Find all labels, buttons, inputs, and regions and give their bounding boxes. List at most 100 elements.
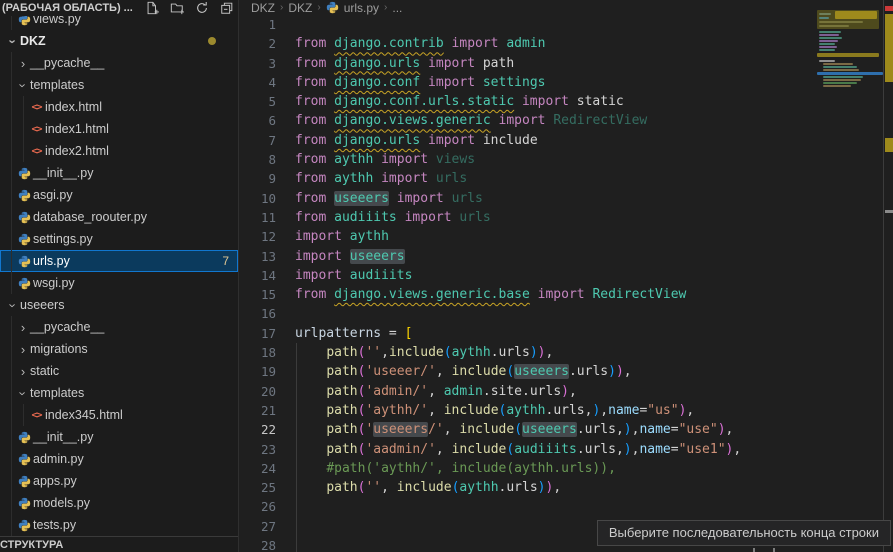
line-number[interactable]: 1 [239,15,276,34]
code-line[interactable]: 1 [239,15,818,34]
code-line[interactable]: 26 [239,497,818,516]
line-number[interactable]: 20 [239,382,276,401]
tree-item-__init__.py[interactable]: __init__.py [0,162,238,184]
code-line[interactable]: 10from useeers import urls [239,189,818,208]
minimap[interactable] [817,10,883,125]
tree-item-__pycache__[interactable]: ›__pycache__ [0,52,238,74]
line-number[interactable]: 11 [239,208,276,227]
code-token: urls [452,191,483,206]
breadcrumb: DKZ›DKZ›urls.py›... [239,0,893,15]
line-number[interactable]: 17 [239,324,276,343]
tree-item-templates[interactable]: ›templates [0,382,238,404]
tree-item-templates[interactable]: ›templates [0,74,238,96]
line-number[interactable]: 21 [239,401,276,420]
code-line[interactable]: 7from django.urls import include [239,131,818,150]
tree-item-index2.html[interactable]: <>index2.html [0,140,238,162]
tree-item-database_roouter.py[interactable]: database_roouter.py [0,206,238,228]
code-line[interactable]: 5from django.conf.urls.static import sta… [239,92,818,111]
breadcrumb-item[interactable]: ... [392,1,402,15]
tree-item-useeers[interactable]: ›useeers [0,294,238,316]
line-number[interactable]: 4 [239,73,276,92]
tree-item-asgi.py[interactable]: asgi.py [0,184,238,206]
code-line[interactable]: 25 path('', include(aythh.urls)), [239,478,818,497]
code-line[interactable]: 11from audiiits import urls [239,208,818,227]
line-number[interactable]: 25 [239,478,276,497]
tree-item-migrations[interactable]: ›migrations [0,338,238,360]
line-number[interactable]: 6 [239,111,276,130]
tree-item-DKZ[interactable]: ›DKZ [0,30,238,52]
code-line[interactable]: 9from aythh import urls [239,169,818,188]
tree-item-settings.py[interactable]: settings.py [0,228,238,250]
code-line[interactable]: 2from django.contrib import admin [239,34,818,53]
statusbar-tooltip: Выберите последовательность конца строки [597,520,891,546]
code-line[interactable]: 19 path('useeer/', include(useeers.urls)… [239,362,818,381]
code-line[interactable]: 18 path('',include(aythh.urls)), [239,343,818,362]
tree-item-__init__.py[interactable]: __init__.py [0,426,238,448]
code-line[interactable]: 14import audiiits [239,266,818,285]
code-token: import [444,36,507,51]
line-number[interactable]: 22 [239,420,276,439]
line-number[interactable]: 14 [239,266,276,285]
tree-item-index.html[interactable]: <>index.html [0,96,238,118]
breadcrumb-item[interactable]: urls.py [344,1,379,15]
new-folder-icon[interactable] [170,1,184,15]
code-line[interactable]: 22 path('useeers/', include(useeers.urls… [239,420,818,439]
line-number[interactable]: 15 [239,285,276,304]
new-file-icon[interactable] [145,1,159,15]
code-line[interactable]: 13import useeers [239,247,818,266]
code-token: aythh [334,171,373,186]
code-line[interactable]: 21 path('aythh/', include(aythh.urls,),n… [239,401,818,420]
tree-item-index345.html[interactable]: <>index345.html [0,404,238,426]
code-line[interactable]: 8from aythh import views [239,150,818,169]
code-token: import [295,268,350,283]
code-area[interactable]: 12from django.contrib import admin3from … [239,15,818,552]
line-number[interactable]: 13 [239,247,276,266]
code-line[interactable]: 17urlpatterns = [ [239,324,818,343]
tree-item-tests.py[interactable]: tests.py [0,514,238,536]
tree-item-wsgi.py[interactable]: wsgi.py [0,272,238,294]
line-number[interactable]: 28 [239,536,276,552]
code-line[interactable]: 20 path('admin/', admin.site.urls), [239,382,818,401]
chevron-right-icon: › [16,57,30,70]
tree-item-index1.html[interactable]: <>index1.html [0,118,238,140]
line-number[interactable]: 2 [239,34,276,53]
line-number[interactable]: 12 [239,227,276,246]
collapse-all-icon[interactable] [220,1,234,15]
line-number[interactable]: 3 [239,54,276,73]
tree-item-admin.py[interactable]: admin.py [0,448,238,470]
tree-item-static[interactable]: ›static [0,360,238,382]
line-number[interactable]: 16 [239,304,276,323]
line-number[interactable]: 9 [239,169,276,188]
tree-item-urls.py[interactable]: urls.py7 [0,250,238,272]
line-number[interactable]: 19 [239,362,276,381]
breadcrumb-item[interactable]: DKZ [288,1,312,15]
line-number[interactable]: 26 [239,497,276,516]
code-line[interactable]: 16 [239,304,818,323]
tree-item-models.py[interactable]: models.py [0,492,238,514]
code-line[interactable]: 12import aythh [239,227,818,246]
line-number[interactable]: 23 [239,440,276,459]
code-token: audiiits [334,210,397,225]
line-number[interactable]: 7 [239,131,276,150]
code-line[interactable]: 24 #path('aythh/', include(aythh.urls)), [239,459,818,478]
code-line[interactable]: 15from django.views.generic.base import … [239,285,818,304]
line-number[interactable]: 18 [239,343,276,362]
tree-item-apps.py[interactable]: apps.py [0,470,238,492]
line-number[interactable]: 24 [239,459,276,478]
editor-pane: DKZ›DKZ›urls.py›... 12from django.contri… [239,0,893,552]
line-number[interactable]: 10 [239,189,276,208]
code-line[interactable]: 4from django.conf import settings [239,73,818,92]
tree-item-__pycache__[interactable]: ›__pycache__ [0,316,238,338]
outline-section-header[interactable]: СТРУКТУРА [0,536,238,552]
line-number[interactable]: 8 [239,150,276,169]
code-line[interactable]: 6from django.views.generic import Redire… [239,111,818,130]
code-line[interactable]: 23 path('aadmin/', include(audiiits.urls… [239,440,818,459]
overview-ruler[interactable] [883,0,893,552]
code-line[interactable]: 3from django.urls import path [239,54,818,73]
line-number[interactable]: 5 [239,92,276,111]
line-number[interactable]: 27 [239,517,276,536]
refresh-icon[interactable] [195,1,209,15]
breadcrumb-item[interactable]: DKZ [251,1,275,15]
python-file-icon [16,497,33,510]
explorer-section-header[interactable]: (РАБОЧАЯ ОБЛАСТЬ) ... [0,0,238,16]
